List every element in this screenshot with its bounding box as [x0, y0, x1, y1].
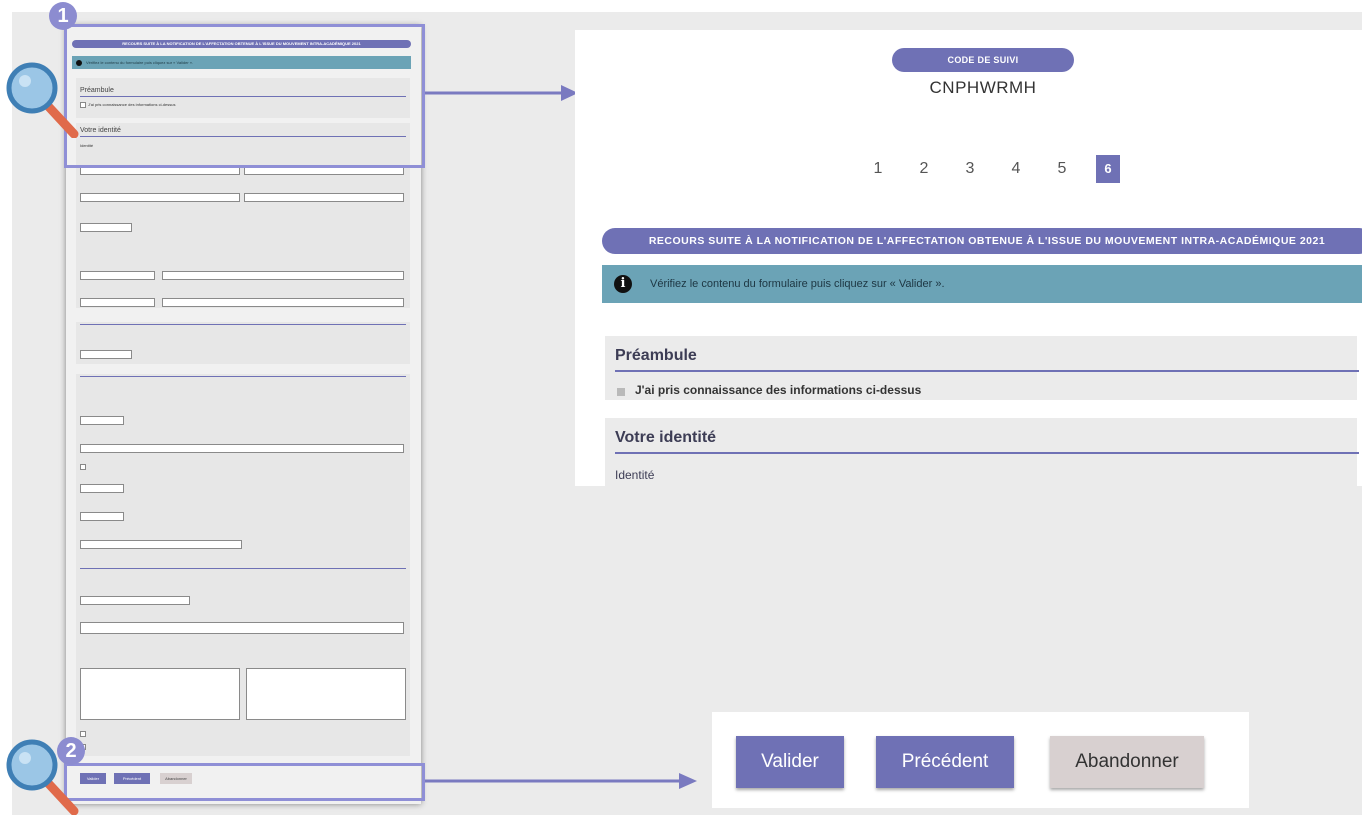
- tracking-code-label: CODE DE SUIVI: [892, 48, 1074, 72]
- thumb-field: [80, 444, 404, 453]
- pagination: 1 2 3 4 5 6: [855, 154, 1120, 184]
- thumb-field: [80, 271, 155, 280]
- section-preambule: Préambule J'ai pris connaissance des inf…: [605, 336, 1359, 400]
- thumb-field: [80, 193, 240, 202]
- magnifier-icon: [6, 62, 79, 138]
- thumb-textarea: [80, 668, 240, 720]
- thumb-field: [80, 512, 124, 521]
- thumb-field: [244, 193, 404, 202]
- info-text: Vérifiez le contenu du formulaire puis c…: [650, 278, 945, 290]
- heading-preambule: Préambule: [615, 347, 697, 364]
- thumb-field: [80, 484, 124, 493]
- thumb-field: [80, 416, 124, 425]
- info-icon: i: [614, 275, 632, 293]
- preambule-checkbox[interactable]: [617, 388, 625, 396]
- tracking-code-value: CNPHWRMH: [929, 78, 1037, 97]
- thumb-section-recours: [76, 566, 410, 756]
- abandonner-button[interactable]: Abandonner: [1050, 736, 1204, 788]
- heading-underline: [615, 452, 1359, 454]
- subheading-identite: Identité: [615, 468, 655, 482]
- arrow-right-icon: [425, 85, 578, 101]
- highlight-box-1: [64, 24, 425, 168]
- thumb-field: [80, 596, 190, 605]
- zoom-panel-buttons: Valider Précédent Abandonner: [712, 712, 1249, 808]
- page-link-1[interactable]: 1: [855, 160, 901, 178]
- thumb-field: [162, 298, 404, 307]
- page-link-2[interactable]: 2: [901, 160, 947, 178]
- precedent-button[interactable]: Précédent: [876, 736, 1014, 788]
- arrow-right-icon: [425, 773, 697, 789]
- highlight-box-2: [64, 763, 425, 801]
- badge-1: 1: [49, 2, 77, 30]
- thumb-section-academie: [76, 322, 410, 364]
- thumb-checkbox: [80, 464, 86, 470]
- valider-button[interactable]: Valider: [736, 736, 844, 788]
- zoom-panel-top: CODE DE SUIVI CNPHWRMH 1 2 3 4 5 6 RECOU…: [575, 30, 1362, 486]
- thumb-field: [80, 350, 132, 359]
- thumb-field: [80, 298, 155, 307]
- thumb-field: [80, 223, 132, 232]
- form-title-banner: RECOURS SUITE À LA NOTIFICATION DE L'AFF…: [602, 228, 1362, 254]
- heading-identite: Votre identité: [615, 429, 717, 446]
- thumb-field: [162, 271, 404, 280]
- page-link-5[interactable]: 5: [1039, 160, 1085, 178]
- section-identite: Votre identité Identité: [605, 418, 1359, 486]
- preambule-checkbox-label: J'ai pris connaissance des informations …: [635, 383, 922, 397]
- heading-underline: [615, 370, 1359, 372]
- thumb-field: [80, 622, 404, 634]
- thumb-field: [80, 540, 242, 549]
- thumb-section-situation: [76, 374, 410, 584]
- thumb-heading: [80, 376, 406, 377]
- thumb-heading: [80, 324, 406, 325]
- thumb-heading: [80, 568, 406, 569]
- page-link-active[interactable]: 6: [1096, 155, 1120, 183]
- info-message: i Vérifiez le contenu du formulaire puis…: [602, 265, 1362, 303]
- page-link-4[interactable]: 4: [993, 160, 1039, 178]
- thumb-textarea: [246, 668, 406, 720]
- page-link-3[interactable]: 3: [947, 160, 993, 178]
- magnifier-icon: [6, 739, 79, 815]
